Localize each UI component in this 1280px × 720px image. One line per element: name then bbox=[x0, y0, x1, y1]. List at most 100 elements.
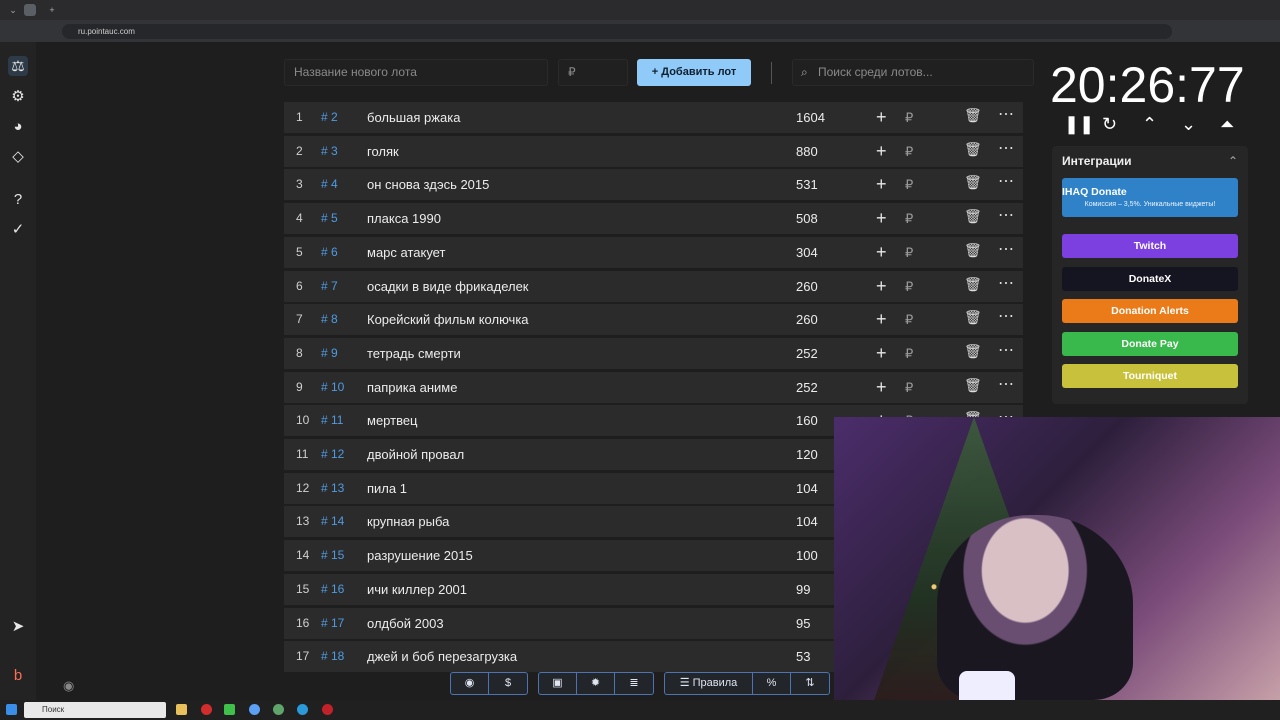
trash-list-icon[interactable]: ≣ bbox=[615, 673, 653, 694]
lot-name[interactable]: паприка аниме bbox=[367, 380, 457, 395]
tourniquet-button[interactable]: Tourniquet bbox=[1062, 364, 1238, 388]
more-options-icon[interactable]: ⋯ bbox=[998, 239, 1014, 259]
auction-hammer-icon[interactable]: ⚖ bbox=[8, 56, 28, 76]
browser-icon[interactable] bbox=[273, 704, 284, 715]
windows-start-icon[interactable] bbox=[6, 704, 17, 715]
url-field[interactable]: ru.pointauc.com bbox=[62, 24, 1172, 39]
bug-icon[interactable]: ✹ bbox=[577, 673, 615, 694]
donation-alerts-button[interactable]: Donation Alerts bbox=[1062, 299, 1238, 323]
lot-id-link[interactable]: # 15 bbox=[321, 548, 344, 562]
add-amount-icon[interactable]: + bbox=[876, 107, 887, 128]
trash-icon[interactable]: 🗑 bbox=[964, 276, 982, 293]
trash-icon[interactable]: 🗑 bbox=[964, 242, 982, 259]
chrome-icon[interactable] bbox=[249, 704, 260, 715]
github-icon[interactable]: ◉ bbox=[451, 673, 489, 694]
save-icon[interactable]: ▣ bbox=[539, 673, 577, 694]
add-amount-icon[interactable]: + bbox=[876, 174, 887, 195]
more-options-icon[interactable]: ⋯ bbox=[998, 138, 1014, 158]
new-tab-icon[interactable]: + bbox=[46, 4, 58, 16]
chevron-up-icon[interactable]: ⌃ bbox=[1142, 114, 1157, 135]
more-options-icon[interactable]: ⋯ bbox=[998, 340, 1014, 360]
chevron-up-icon[interactable]: ⌃ bbox=[1228, 154, 1238, 168]
new-lot-price-input[interactable]: ₽ bbox=[558, 59, 628, 86]
lot-name[interactable]: Корейский фильм колючка bbox=[367, 312, 529, 327]
lot-name[interactable]: двойной провал bbox=[367, 447, 464, 462]
more-options-icon[interactable]: ⋯ bbox=[998, 273, 1014, 293]
lot-name[interactable]: разрушение 2015 bbox=[367, 548, 473, 563]
tab-menu-icon[interactable]: ⌄ bbox=[7, 4, 19, 16]
lot-name[interactable]: марс атакует bbox=[367, 245, 445, 260]
lot-name[interactable]: большая ржака bbox=[367, 110, 460, 125]
boosty-icon[interactable]: b bbox=[8, 665, 28, 685]
wheel-icon[interactable]: ◕ bbox=[8, 116, 28, 136]
lot-id-link[interactable]: # 5 bbox=[321, 211, 338, 225]
add-amount-icon[interactable]: + bbox=[876, 276, 887, 297]
percent-icon[interactable]: % bbox=[753, 673, 791, 694]
telegram-taskbar-icon[interactable] bbox=[297, 704, 308, 715]
lot-name[interactable]: осадки в виде фрикаделек bbox=[367, 279, 529, 294]
lot-id-link[interactable]: # 14 bbox=[321, 514, 344, 528]
donate-pay-button[interactable]: Donate Pay bbox=[1062, 332, 1238, 356]
add-amount-icon[interactable]: + bbox=[876, 343, 887, 364]
layers-icon[interactable]: ◇ bbox=[8, 146, 28, 166]
lot-search-input[interactable]: Поиск среди лотов... bbox=[792, 59, 1034, 86]
pause-icon[interactable]: ❚❚ bbox=[1064, 114, 1094, 135]
dollar-icon[interactable]: $ bbox=[489, 673, 527, 694]
ruble-icon[interactable]: ₽ bbox=[905, 380, 913, 396]
ruble-icon[interactable]: ₽ bbox=[905, 312, 913, 328]
visibility-icon[interactable]: ◉ bbox=[63, 678, 74, 694]
trash-icon[interactable]: 🗑 bbox=[964, 107, 982, 124]
lot-name[interactable]: голяк bbox=[367, 144, 399, 159]
lot-name[interactable]: мертвец bbox=[367, 413, 418, 428]
add-lot-button[interactable]: + Добавить лот bbox=[637, 59, 751, 86]
trash-icon[interactable]: 🗑 bbox=[964, 309, 982, 326]
trash-icon[interactable]: 🗑 bbox=[964, 343, 982, 360]
more-options-icon[interactable]: ⋯ bbox=[998, 171, 1014, 191]
add-amount-icon[interactable]: + bbox=[876, 377, 887, 398]
donatex-button[interactable]: DonateX bbox=[1062, 267, 1238, 291]
lot-id-link[interactable]: # 8 bbox=[321, 312, 338, 326]
trash-icon[interactable]: 🗑 bbox=[964, 377, 982, 394]
rules-button[interactable]: ☰ Правила bbox=[665, 673, 753, 694]
more-options-icon[interactable]: ⋯ bbox=[998, 306, 1014, 326]
lot-id-link[interactable]: # 16 bbox=[321, 582, 344, 596]
new-lot-name-input[interactable]: Название нового лота bbox=[284, 59, 548, 86]
ruble-icon[interactable]: ₽ bbox=[905, 211, 913, 227]
lot-id-link[interactable]: # 4 bbox=[321, 177, 338, 191]
ruble-icon[interactable]: ₽ bbox=[905, 177, 913, 193]
lot-id-link[interactable]: # 12 bbox=[321, 447, 344, 461]
sort-icon[interactable]: ⇅ bbox=[791, 673, 829, 694]
shield-check-icon[interactable]: ✓ bbox=[8, 219, 28, 239]
ruble-icon[interactable]: ₽ bbox=[905, 279, 913, 295]
ruble-icon[interactable]: ₽ bbox=[905, 110, 913, 126]
lot-name[interactable]: джей и боб перезагрузка bbox=[367, 649, 517, 664]
folder-icon[interactable] bbox=[176, 704, 187, 715]
trash-icon[interactable]: 🗑 bbox=[964, 141, 982, 158]
lot-name[interactable]: олдбой 2003 bbox=[367, 616, 444, 631]
restart-icon[interactable]: ↻ bbox=[1102, 114, 1117, 135]
taskbar-search-field[interactable]: Поиск bbox=[24, 702, 166, 718]
lot-name[interactable]: он снова здэсь 2015 bbox=[367, 177, 489, 192]
lot-id-link[interactable]: # 10 bbox=[321, 380, 344, 394]
obs-icon[interactable] bbox=[322, 704, 333, 715]
add-amount-icon[interactable]: + bbox=[876, 208, 887, 229]
lot-id-link[interactable]: # 2 bbox=[321, 110, 338, 124]
lot-id-link[interactable]: # 9 bbox=[321, 346, 338, 360]
chevron-down-icon[interactable]: ⌄ bbox=[1181, 114, 1196, 135]
lot-id-link[interactable]: # 18 bbox=[321, 649, 344, 663]
lot-id-link[interactable]: # 17 bbox=[321, 616, 344, 630]
more-options-icon[interactable]: ⋯ bbox=[998, 374, 1014, 394]
add-amount-icon[interactable]: + bbox=[876, 242, 887, 263]
ihaq-donate-button[interactable]: IHAQ Donate Комиссия – 3,5%. Уникальные … bbox=[1062, 178, 1238, 217]
lot-id-link[interactable]: # 3 bbox=[321, 144, 338, 158]
collapse-up-icon[interactable]: ⏶ bbox=[1220, 114, 1234, 135]
trash-icon[interactable]: 🗑 bbox=[964, 174, 982, 191]
opera-icon[interactable] bbox=[201, 704, 212, 715]
ruble-icon[interactable]: ₽ bbox=[905, 245, 913, 261]
lot-id-link[interactable]: # 13 bbox=[321, 481, 344, 495]
lot-id-link[interactable]: # 7 bbox=[321, 279, 338, 293]
add-amount-icon[interactable]: + bbox=[876, 141, 887, 162]
ruble-icon[interactable]: ₽ bbox=[905, 346, 913, 362]
more-options-icon[interactable]: ⋯ bbox=[998, 104, 1014, 124]
ruble-icon[interactable]: ₽ bbox=[905, 144, 913, 160]
